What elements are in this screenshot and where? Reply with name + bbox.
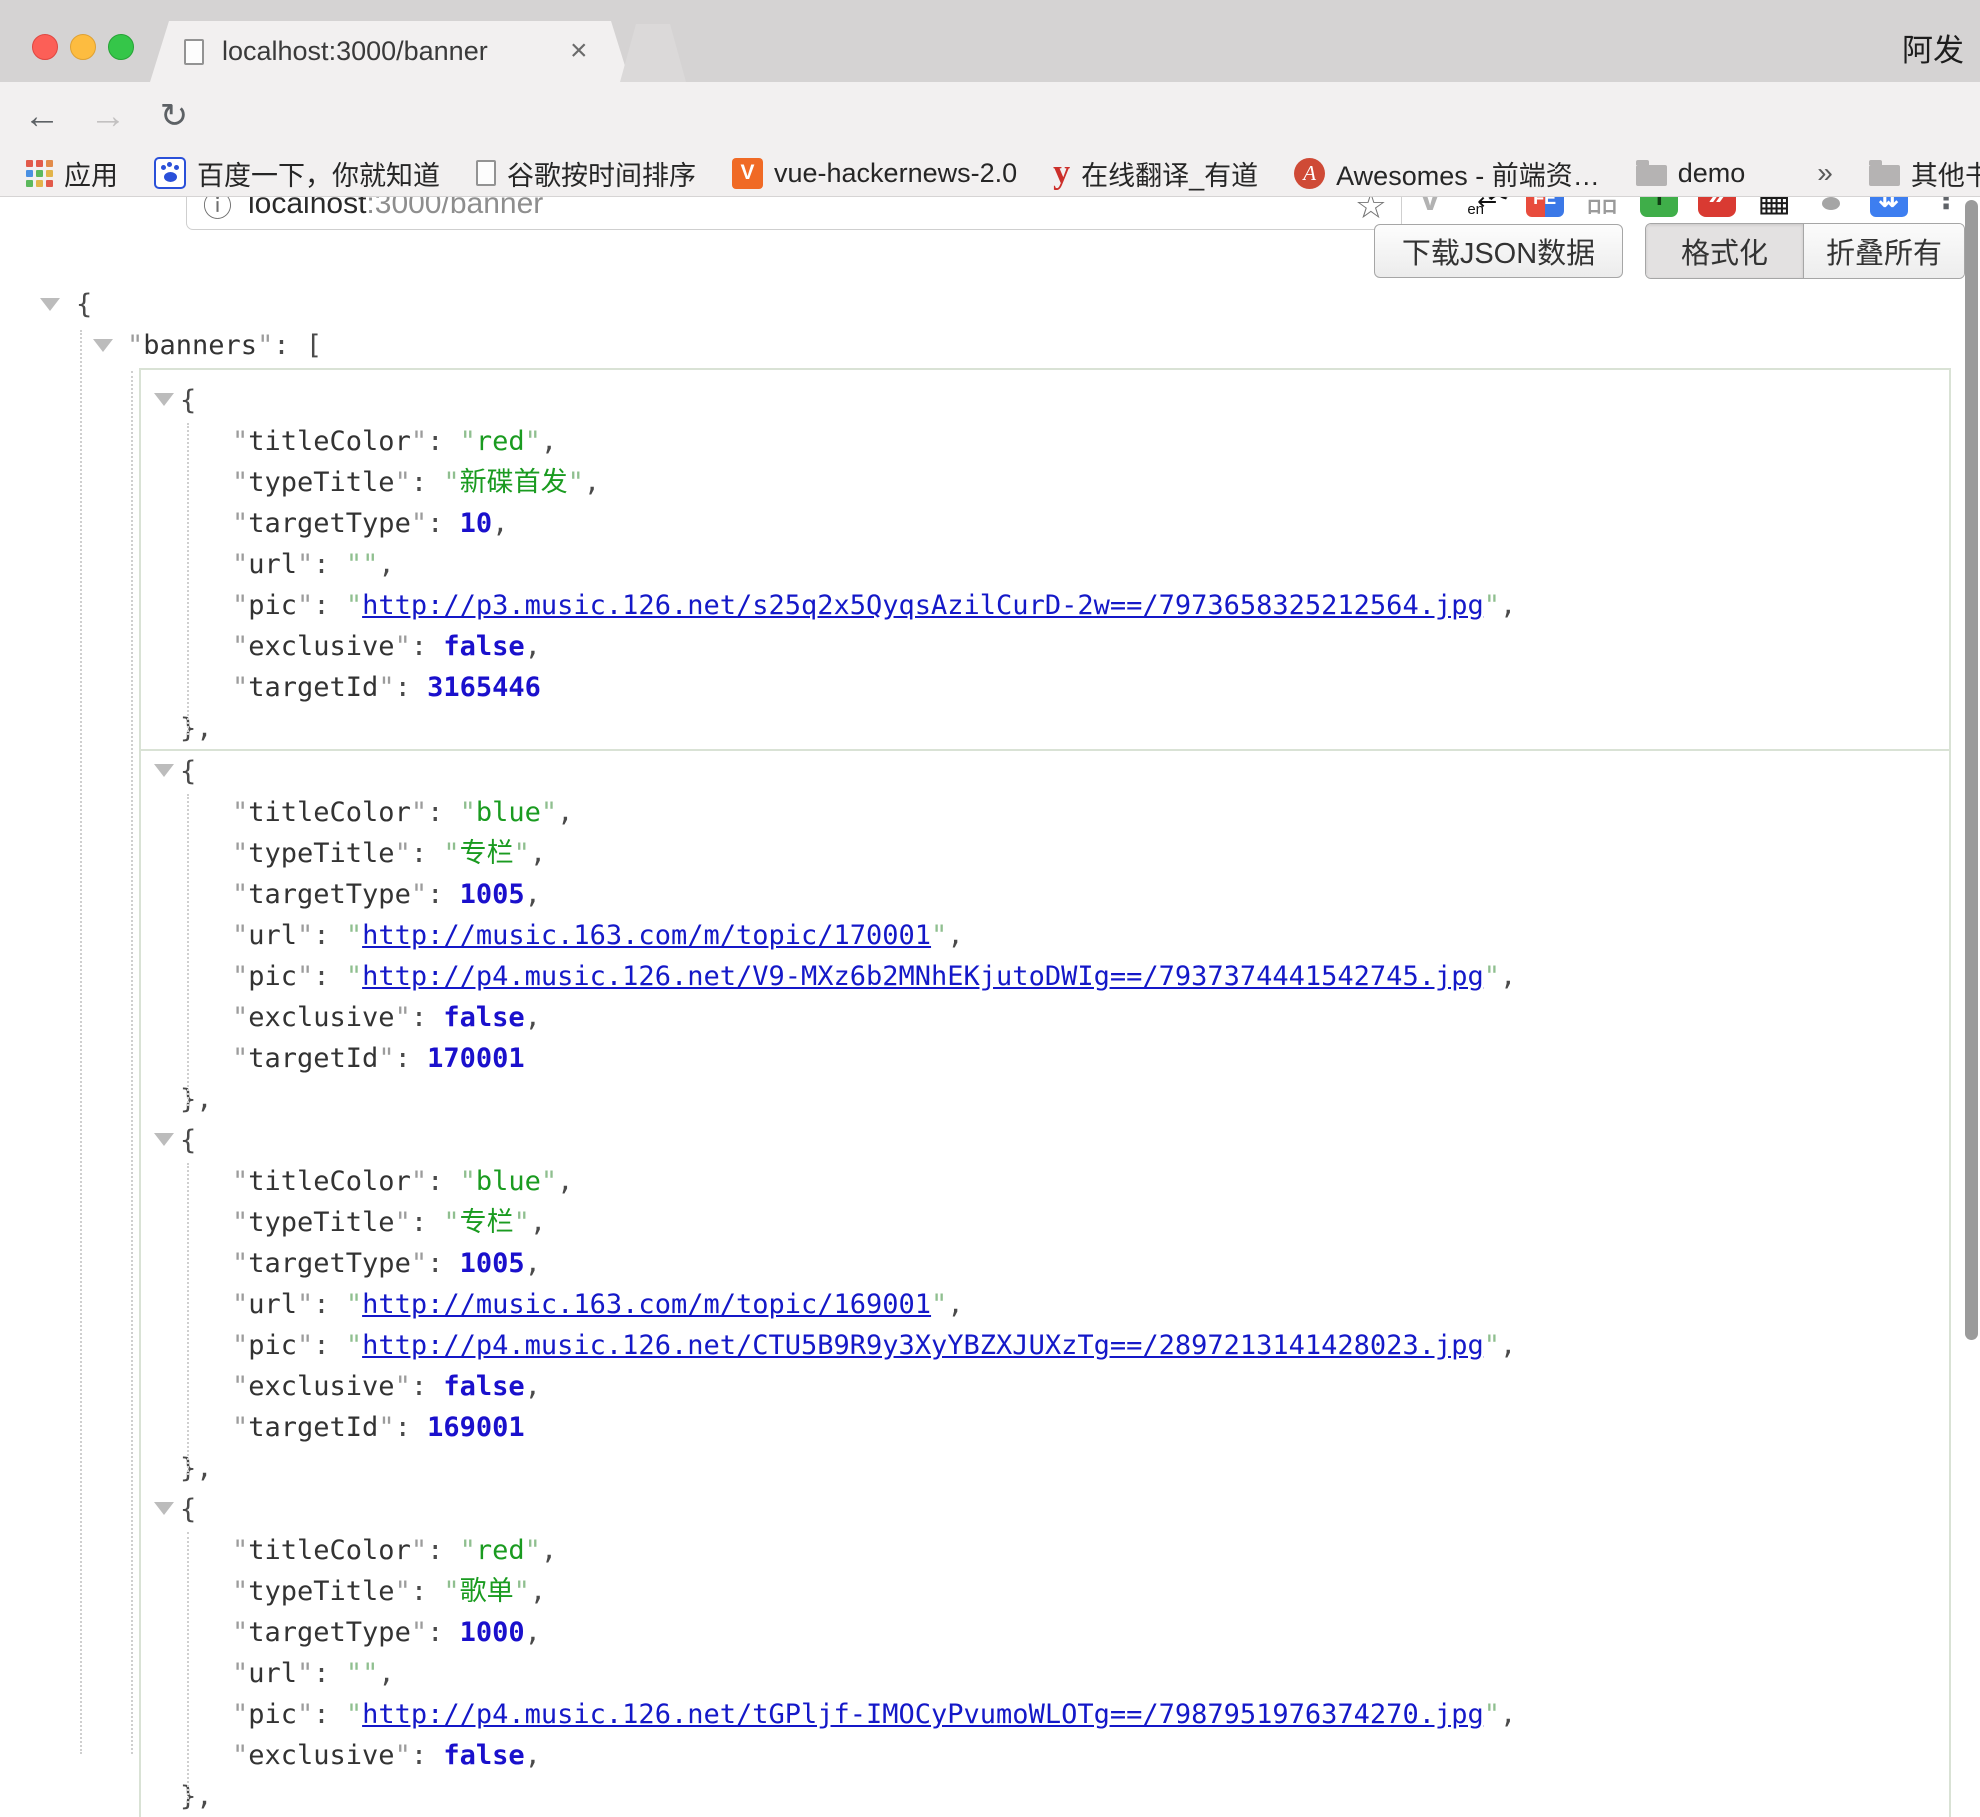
new-tab-button[interactable] <box>620 24 686 82</box>
json-property-line: "targetType": 1005, <box>141 1243 1949 1284</box>
json-url-link[interactable]: http://music.163.com/m/topic/169001 <box>362 1289 931 1320</box>
json-banner-object: {"titleColor": "red","typeTitle": "歌单","… <box>141 1489 1949 1817</box>
format-button[interactable]: 格式化 <box>1646 224 1803 278</box>
window-fullscreen-button[interactable] <box>108 34 134 60</box>
collapse-triangle[interactable] <box>154 1133 174 1146</box>
json-object-close-line: }, <box>141 708 1949 749</box>
json-banner-object: {"titleColor": "red","typeTitle": "新碟首发"… <box>141 380 1949 751</box>
json-property-line: "exclusive": false, <box>141 626 1949 667</box>
tab-close-icon[interactable]: × <box>570 35 588 67</box>
youdao-icon: y <box>1053 154 1070 192</box>
view-mode-button-group: 格式化 折叠所有 <box>1645 223 1965 279</box>
json-url-link[interactable]: http://p4.music.126.net/V9-MXz6b2MNhEKju… <box>362 961 1484 992</box>
json-property-line: "titleColor": "blue", <box>141 792 1949 833</box>
page-icon <box>476 160 496 186</box>
bookmarks-overflow-chevron[interactable]: » <box>1817 157 1833 189</box>
window-minimize-button[interactable] <box>70 34 96 60</box>
bookmarks-bar: 应用 百度一下，你就知道 谷歌按时间排序 V vue-hackernews-2.… <box>0 150 1980 197</box>
tab-favicon-page-icon <box>184 39 204 65</box>
bookmark-youdao-translate[interactable]: y 在线翻译_有道 <box>1053 154 1258 193</box>
bookmark-awesomes[interactable]: A Awesomes - 前端资… <box>1294 154 1600 193</box>
json-property-line: "pic": "http://p4.music.126.net/V9-MXz6b… <box>141 956 1949 997</box>
baidu-paw-icon <box>154 157 186 189</box>
json-property-line: "pic": "http://p4.music.126.net/tGPljf-I… <box>141 1694 1949 1735</box>
json-object-close-line: }, <box>141 1448 1949 1489</box>
tab-title: localhost:3000/banner <box>222 36 488 67</box>
other-bookmarks-folder[interactable]: 其他书签 <box>1869 154 1980 193</box>
json-property-line: "exclusive": false, <box>141 1366 1949 1407</box>
collapse-triangle[interactable] <box>154 764 174 777</box>
bookmark-vue-hackernews[interactable]: V vue-hackernews-2.0 <box>732 158 1017 189</box>
download-json-button[interactable]: 下载JSON数据 <box>1374 224 1623 278</box>
indent-guide <box>187 1532 189 1803</box>
tab-strip: localhost:3000/banner × 阿发 <box>0 0 1980 82</box>
json-url-link[interactable]: http://p4.music.126.net/tGPljf-IMOCyPvum… <box>362 1699 1484 1730</box>
bookmark-demo-folder[interactable]: demo <box>1636 158 1746 189</box>
json-property-line: "url": "", <box>141 1653 1949 1694</box>
json-property-line: "titleColor": "blue", <box>141 1161 1949 1202</box>
json-property-line: "targetType": 1000, <box>141 1612 1949 1653</box>
json-object-close-line: }, <box>141 1079 1949 1120</box>
collapse-triangle[interactable] <box>154 1502 174 1515</box>
json-property-line: "targetType": 10, <box>141 503 1949 544</box>
folder-icon <box>1636 165 1667 186</box>
json-property-line: "titleColor": "red", <box>141 421 1949 462</box>
json-viewer: { "banners": [ {"titleColor": "red","typ… <box>0 284 1980 1817</box>
browser-profile-name[interactable]: 阿发 <box>1902 25 1964 70</box>
json-property-line: "typeTitle": "新碟首发", <box>141 462 1949 503</box>
json-property-line: "url": "http://music.163.com/m/topic/170… <box>141 915 1949 956</box>
forward-button[interactable]: → <box>88 95 128 137</box>
json-property-line: "targetType": 1005, <box>141 874 1949 915</box>
json-property-line: "targetId": 170001 <box>141 1038 1949 1079</box>
back-button[interactable]: ← <box>22 95 62 137</box>
json-property-line: "pic": "http://p3.music.126.net/s25q2x5Q… <box>141 585 1949 626</box>
indent-guide <box>187 423 189 735</box>
bookmark-google-sort[interactable]: 谷歌按时间排序 <box>476 154 696 193</box>
indent-guide <box>187 1163 189 1475</box>
awesomes-icon: A <box>1294 158 1325 189</box>
bookmark-baidu[interactable]: 百度一下，你就知道 <box>154 154 440 193</box>
vue-v-icon: V <box>732 158 763 189</box>
json-property-line: "exclusive": false, <box>141 997 1949 1038</box>
json-property-line: "url": "", <box>141 544 1949 585</box>
folder-icon <box>1869 165 1900 186</box>
json-array-box: {"titleColor": "red","typeTitle": "新碟首发"… <box>139 368 1951 1817</box>
json-object-close-line: }, <box>141 1776 1949 1817</box>
vertical-scrollbar-thumb[interactable] <box>1965 200 1978 1340</box>
json-url-link[interactable]: http://p4.music.126.net/CTU5B9R9y3XyYBZX… <box>362 1330 1484 1361</box>
json-banner-object: {"titleColor": "blue","typeTitle": "专栏",… <box>141 751 1949 1120</box>
collapse-triangle[interactable] <box>154 393 174 406</box>
json-property-line: "typeTitle": "专栏", <box>141 833 1949 874</box>
bookmark-apps[interactable]: 应用 <box>26 154 118 193</box>
json-object-open-line: { <box>141 1489 1949 1530</box>
json-property-line: "exclusive": false, <box>141 1735 1949 1776</box>
json-object-open-line: { <box>141 1120 1949 1161</box>
json-url-link[interactable]: http://music.163.com/m/topic/170001 <box>362 920 931 951</box>
json-property-line: "url": "http://music.163.com/m/topic/169… <box>141 1284 1949 1325</box>
json-object-open-line: { <box>141 380 1949 421</box>
browser-tab[interactable]: localhost:3000/banner × <box>150 21 630 82</box>
json-property-line: "targetId": 169001 <box>141 1407 1949 1448</box>
collapse-all-button[interactable]: 折叠所有 <box>1803 224 1964 278</box>
json-root-line: { <box>0 284 1980 325</box>
json-property-line: "pic": "http://p4.music.126.net/CTU5B9R9… <box>141 1325 1949 1366</box>
json-object-open-line: { <box>141 751 1949 792</box>
json-property-line: "targetId": 3165446 <box>141 667 1949 708</box>
json-banner-object: {"titleColor": "blue","typeTitle": "专栏",… <box>141 1120 1949 1489</box>
json-url-link[interactable]: http://p3.music.126.net/s25q2x5QyqsAzilC… <box>362 590 1484 621</box>
json-property-line: "typeTitle": "专栏", <box>141 1202 1949 1243</box>
reload-button[interactable]: ↻ <box>154 96 194 136</box>
indent-guide <box>187 794 189 1106</box>
apps-grid-icon <box>26 160 53 187</box>
json-banners-line: "banners": [ <box>0 325 1980 366</box>
browser-toolbar: ← → ↻ ⓘ localhost:3000/banner ☆ V ⇄ 英 en… <box>0 82 1980 150</box>
json-property-line: "typeTitle": "歌单", <box>141 1571 1949 1612</box>
window-close-button[interactable] <box>32 34 58 60</box>
json-property-line: "titleColor": "red", <box>141 1530 1949 1571</box>
